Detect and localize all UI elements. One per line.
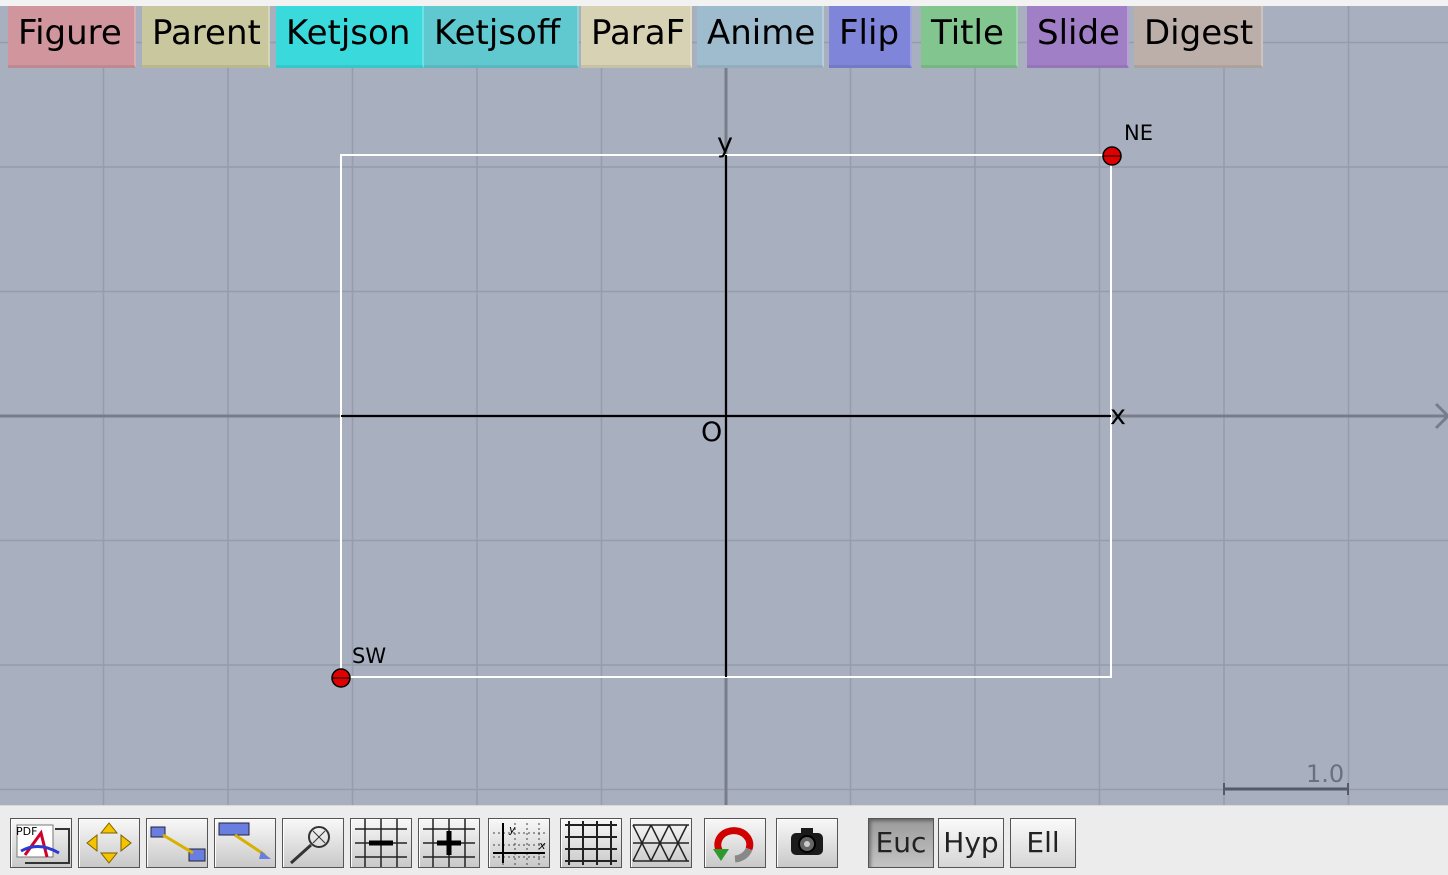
tab-title[interactable]: Title [921, 6, 1018, 68]
drag-segment-icon [218, 822, 271, 859]
camera-button[interactable] [776, 818, 838, 868]
tab-flip[interactable]: Flip [829, 6, 912, 68]
tab-figure[interactable]: Figure [8, 6, 136, 68]
zoom-icon [289, 826, 330, 865]
bottom-toolbar: PDF y x Euc Hyp Ell [0, 805, 1448, 875]
pdf-button[interactable]: PDF [10, 818, 72, 868]
zoom-in-button[interactable] [418, 818, 480, 868]
svg-text:y: y [508, 823, 516, 836]
axes-icon: y x [493, 823, 546, 865]
tab-paraf[interactable]: ParaF [581, 6, 692, 68]
background-grid [0, 6, 1448, 805]
tab-slide[interactable]: Slide [1027, 6, 1129, 68]
y-axis-label: y [717, 128, 733, 159]
move-icon [86, 822, 132, 864]
grid-icon [565, 821, 617, 865]
point-ne[interactable]: NE [1102, 121, 1153, 166]
pdf-icon: PDF [16, 824, 70, 864]
move-button[interactable] [78, 818, 140, 868]
hyperbolic-button[interactable]: Hyp [938, 818, 1004, 868]
tab-ketjsoff[interactable]: Ketjsoff [424, 6, 579, 68]
tab-ketjson[interactable]: Ketjson [276, 6, 424, 68]
draw-segment-button[interactable] [146, 818, 208, 868]
point-sw-label: SW [352, 644, 386, 668]
x-axis-label: x [1110, 400, 1126, 431]
svg-text:PDF: PDF [16, 825, 37, 838]
tab-parent[interactable]: Parent [142, 6, 270, 68]
svg-text:x: x [538, 839, 546, 852]
tab-anime[interactable]: Anime [697, 6, 824, 68]
scale-bar: 1.0 [1223, 760, 1349, 795]
undo-icon [713, 827, 754, 863]
figure-canvas[interactable]: x y O NE SW 1.0 Figure Parent Ketjson Ke… [0, 6, 1448, 805]
origin-label: O [701, 417, 722, 448]
zoom-in-icon [423, 819, 475, 867]
grid-button[interactable] [560, 818, 622, 868]
scale-bar-label: 1.0 [1306, 760, 1344, 788]
zoom-out-button[interactable] [350, 818, 412, 868]
drag-segment-button[interactable] [214, 818, 276, 868]
zoom-button[interactable] [282, 818, 344, 868]
undo-button[interactable] [704, 818, 766, 868]
elliptic-button[interactable]: Ell [1010, 818, 1076, 868]
zoom-out-icon [355, 819, 407, 867]
camera-icon [791, 828, 823, 855]
tab-digest[interactable]: Digest [1134, 6, 1263, 68]
draw-segment-icon [150, 826, 206, 862]
figure-board[interactable]: x y O NE SW 1.0 [0, 6, 1448, 805]
triangular-grid-icon [632, 824, 689, 862]
euclidean-button[interactable]: Euc [868, 818, 934, 868]
point-ne-label: NE [1124, 121, 1153, 145]
triangular-grid-button[interactable] [630, 818, 692, 868]
axes-button[interactable]: y x [488, 818, 550, 868]
